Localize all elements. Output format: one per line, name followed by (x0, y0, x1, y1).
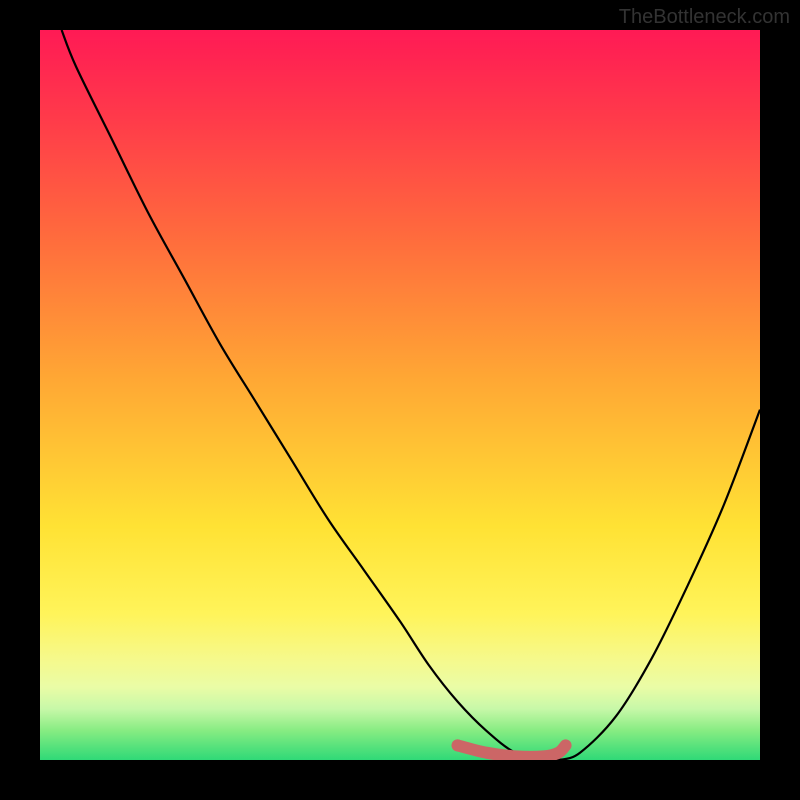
optimal-start-dot (452, 739, 464, 751)
attribution-text: TheBottleneck.com (619, 6, 790, 29)
bottleneck-curve (62, 30, 760, 760)
chart-frame: TheBottleneck.com (0, 0, 800, 800)
plot-area (40, 30, 760, 760)
curve-layer (40, 30, 760, 760)
optimal-region-marker (458, 745, 566, 756)
